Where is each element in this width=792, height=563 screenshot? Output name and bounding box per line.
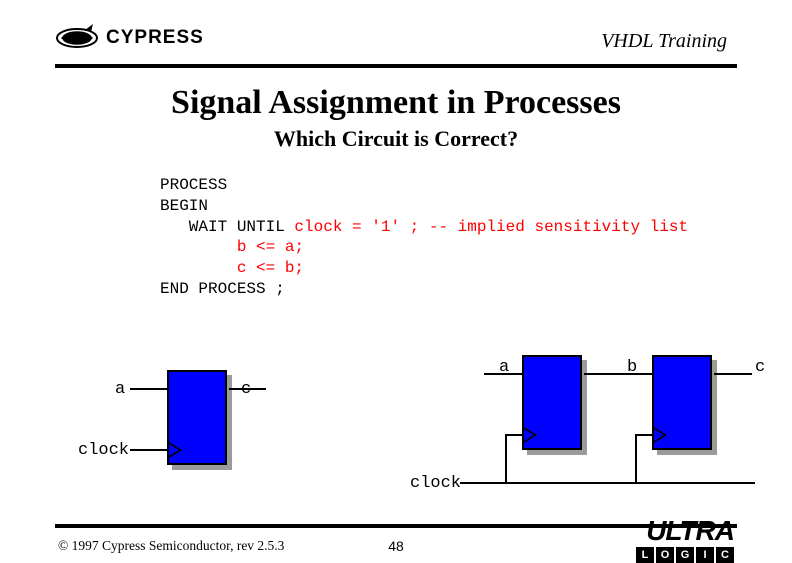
ultra-logic-boxes: LOGIC bbox=[554, 545, 734, 563]
slide-header: CYPRESS VHDL Training bbox=[55, 20, 737, 68]
label-a-right: a bbox=[499, 358, 509, 377]
header-divider bbox=[55, 64, 737, 68]
code-line-5: c <= b; bbox=[160, 259, 304, 277]
wire-c-out-r bbox=[714, 373, 752, 375]
label-clock-left: clock bbox=[78, 441, 129, 460]
cypress-swirl-icon bbox=[55, 20, 99, 56]
code-line-3-kw: WAIT UNTIL bbox=[160, 218, 294, 236]
course-title: VHDL Training bbox=[601, 30, 727, 53]
vhdl-code: PROCESS BEGIN WAIT UNTIL clock = '1' ; -… bbox=[160, 175, 688, 300]
cypress-brand-text: CYPRESS bbox=[106, 27, 204, 48]
wire-clock-stub2v bbox=[635, 434, 637, 484]
ultra-box-g: G bbox=[676, 547, 694, 563]
code-line-6: END PROCESS ; bbox=[160, 280, 285, 298]
clock-triangle-icon bbox=[524, 427, 537, 443]
ultra-text: ULTRA bbox=[554, 518, 734, 543]
ultra-box-l: L bbox=[636, 547, 654, 563]
wire-clock-stub2h bbox=[635, 434, 652, 436]
cypress-logo: CYPRESS bbox=[55, 20, 215, 60]
code-line-3-expr: clock = '1' ; bbox=[294, 218, 428, 236]
ultra-logo: ULTRA LOGIC bbox=[554, 518, 734, 558]
label-clock-right: clock bbox=[410, 474, 461, 493]
slide-subtitle: Which Circuit is Correct? bbox=[0, 126, 792, 152]
code-line-2: BEGIN bbox=[160, 197, 208, 215]
wire-clock-stub1h bbox=[505, 434, 522, 436]
label-a-left: a bbox=[115, 380, 125, 399]
clock-triangle-icon bbox=[654, 427, 667, 443]
wire-clock-stub1v bbox=[505, 434, 507, 484]
wire-a-in bbox=[130, 388, 167, 390]
wire-b-mid bbox=[584, 373, 652, 375]
label-b-right: b bbox=[627, 358, 637, 377]
clock-triangle-icon bbox=[169, 442, 182, 458]
code-line-3-comment: -- implied sensitivity list bbox=[429, 218, 688, 236]
label-c-left: c bbox=[241, 380, 251, 399]
wire-clock-left bbox=[130, 449, 167, 451]
ultra-box-i: I bbox=[696, 547, 714, 563]
code-line-4: b <= a; bbox=[160, 238, 304, 256]
slide-title: Signal Assignment in Processes bbox=[0, 84, 792, 122]
circuit-diagram: a c clock a b c clock bbox=[0, 350, 792, 510]
label-c-right: c bbox=[755, 358, 765, 377]
ultra-box-o: O bbox=[656, 547, 674, 563]
ultra-box-c: C bbox=[716, 547, 734, 563]
code-line-1: PROCESS bbox=[160, 176, 227, 194]
